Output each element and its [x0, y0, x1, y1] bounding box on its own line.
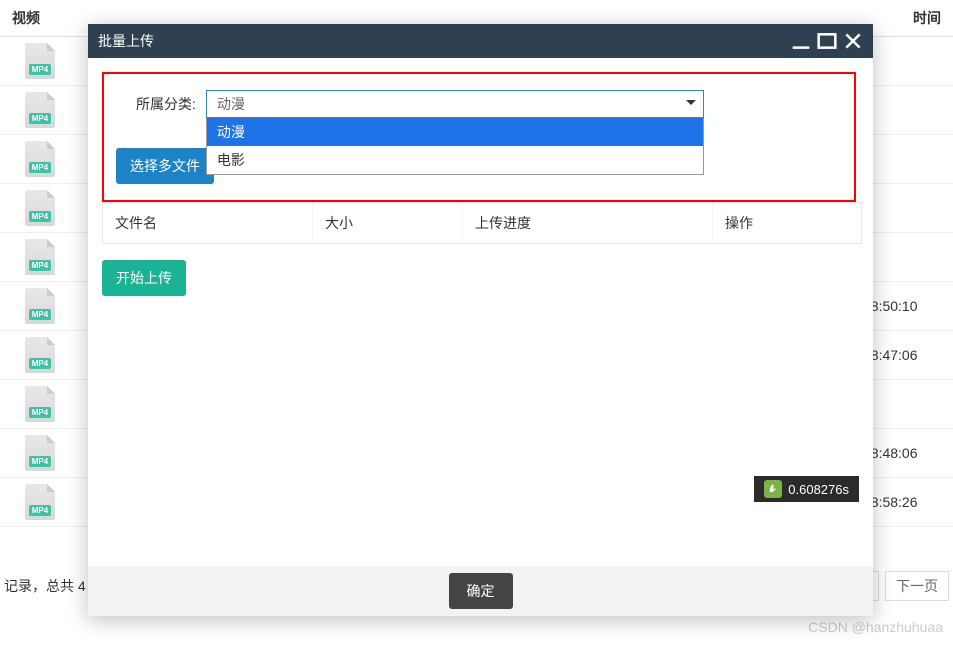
confirm-button[interactable]: 确定 — [449, 573, 513, 609]
file-icon-cell: MP4 — [0, 288, 80, 324]
file-icon-cell: MP4 — [0, 337, 80, 373]
mp4-file-icon: MP4 — [25, 190, 55, 226]
col-size: 大小 — [313, 203, 463, 243]
category-select-display[interactable]: 动漫 — [206, 90, 704, 118]
file-icon-cell: MP4 — [0, 43, 80, 79]
file-icon-cell: MP4 — [0, 435, 80, 471]
watermark: CSDN @hanzhuhuaa — [808, 619, 943, 635]
dropdown-option-anime[interactable]: 动漫 — [207, 118, 703, 146]
modal-footer: 确定 — [88, 566, 873, 616]
file-table-header: 文件名 大小 上传进度 操作 — [103, 203, 861, 243]
file-icon-cell: MP4 — [0, 141, 80, 177]
mp4-file-icon: MP4 — [25, 337, 55, 373]
chevron-down-icon — [686, 100, 696, 105]
close-icon — [843, 31, 863, 51]
mp4-file-icon: MP4 — [25, 386, 55, 422]
category-row: 所属分类: 动漫 动漫 电影 — [136, 90, 859, 118]
file-icon-cell: MP4 — [0, 239, 80, 275]
mp4-file-icon: MP4 — [25, 92, 55, 128]
mp4-file-icon: MP4 — [25, 239, 55, 275]
mp4-file-icon: MP4 — [25, 43, 55, 79]
modal-title: 批量上传 — [98, 31, 791, 51]
category-dropdown: 动漫 电影 — [206, 118, 704, 175]
dropdown-option-movie[interactable]: 电影 — [207, 146, 703, 174]
file-icon-cell: MP4 — [0, 386, 80, 422]
leaf-icon — [764, 480, 782, 498]
file-icon-cell: MP4 — [0, 190, 80, 226]
debug-time-badge: 0.608276s — [754, 476, 859, 502]
mp4-file-icon: MP4 — [25, 484, 55, 520]
maximize-icon — [817, 31, 837, 51]
bulk-upload-modal: 批量上传 所属分类: 动漫 动漫 电影 — [88, 24, 873, 616]
file-icon-cell: MP4 — [0, 92, 80, 128]
minimize-icon — [791, 31, 811, 51]
time-cell: 18:48:06 — [863, 445, 953, 461]
maximize-button[interactable] — [817, 31, 837, 51]
debug-time-value: 0.608276s — [788, 482, 849, 497]
modal-body: 所属分类: 动漫 动漫 电影 选择多文件 文件名 大小 上传进度 操作 开 — [88, 58, 873, 566]
col-progress: 上传进度 — [463, 203, 713, 243]
mp4-file-icon: MP4 — [25, 288, 55, 324]
time-cell: 18:47:06 — [863, 347, 953, 363]
col-filename: 文件名 — [103, 203, 313, 243]
start-upload-button[interactable]: 开始上传 — [102, 260, 186, 296]
category-select[interactable]: 动漫 动漫 电影 — [206, 90, 704, 118]
mp4-file-icon: MP4 — [25, 435, 55, 471]
records-text: 记录，总共 4 — [4, 576, 86, 596]
category-label: 所属分类: — [136, 94, 196, 114]
modal-titlebar: 批量上传 — [88, 24, 873, 58]
time-cell: 18:50:10 — [863, 298, 953, 314]
select-files-button[interactable]: 选择多文件 — [116, 148, 214, 184]
next-page-button[interactable]: 下一页 — [885, 571, 949, 601]
bg-header-video: 视频 — [0, 0, 80, 36]
minimize-button[interactable] — [791, 31, 811, 51]
time-cell: 18:58:26 — [863, 494, 953, 510]
bg-header-time-suffix: 时间 — [893, 0, 953, 36]
category-select-value: 动漫 — [217, 94, 245, 114]
file-table: 文件名 大小 上传进度 操作 — [102, 202, 862, 244]
mp4-file-icon: MP4 — [25, 141, 55, 177]
file-icon-cell: MP4 — [0, 484, 80, 520]
col-action: 操作 — [713, 203, 861, 243]
close-button[interactable] — [843, 31, 863, 51]
